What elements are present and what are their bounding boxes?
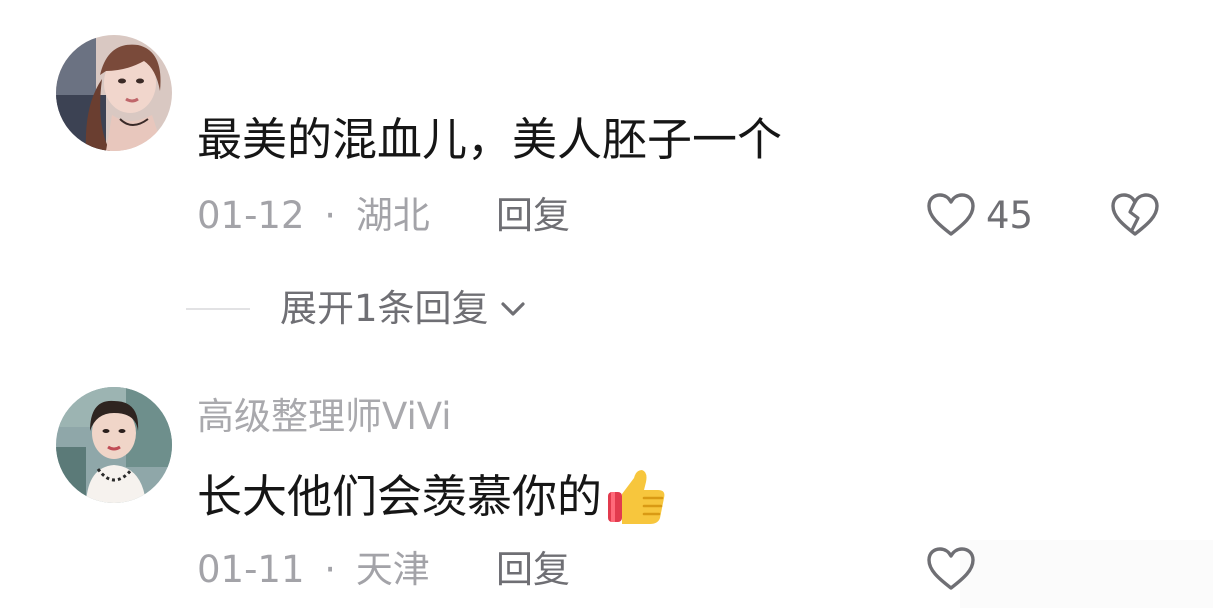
dislike-button[interactable] (1110, 192, 1160, 242)
comment-text-content: 长大他们会羡慕你的 (197, 469, 603, 523)
chevron-down-icon (500, 301, 525, 316)
expand-divider (186, 307, 250, 310)
reply-button[interactable]: 回复 (496, 197, 570, 234)
comment-date: 01-11 (197, 548, 305, 591)
expand-replies-button[interactable]: 展开1条回复 (186, 290, 527, 327)
comment-username[interactable]: 高级整理师ViVi (197, 398, 452, 435)
like-button[interactable]: 45 (926, 192, 1033, 238)
heart-icon (927, 193, 975, 236)
comment-text-content: 最美的混血儿，美人胚子一个 (197, 113, 783, 166)
avatar-photo-icon (56, 387, 172, 503)
avatar-photo-icon (56, 35, 172, 151)
heart-icon (927, 547, 975, 590)
comment-meta: 01-12 · 湖北 (197, 197, 430, 234)
comment-location: 湖北 (355, 194, 430, 237)
comment-list: 最美的混血儿，美人胚子一个 01-12 · 湖北 回复 45 展开1条回复 高级… (0, 0, 1213, 608)
thumbs-up-icon (608, 470, 665, 524)
user-avatar[interactable] (56, 35, 172, 151)
comment-text: 最美的混血儿，美人胚子一个 (197, 117, 782, 162)
comment-location: 天津 (355, 548, 430, 591)
background-panel (960, 540, 1213, 608)
reply-button[interactable]: 回复 (496, 551, 570, 588)
expand-replies-label: 展开1条回复 (280, 287, 489, 330)
like-count: 45 (986, 193, 1034, 237)
meta-separator: · (324, 194, 337, 237)
meta-separator: · (324, 548, 337, 591)
user-avatar[interactable] (56, 387, 172, 503)
comment-date: 01-12 (197, 194, 305, 237)
comment-meta: 01-11 · 天津 (197, 551, 430, 588)
comment-text: 长大他们会羡慕你的 (197, 466, 668, 526)
broken-heart-icon (1111, 193, 1159, 236)
like-button[interactable] (926, 546, 986, 592)
